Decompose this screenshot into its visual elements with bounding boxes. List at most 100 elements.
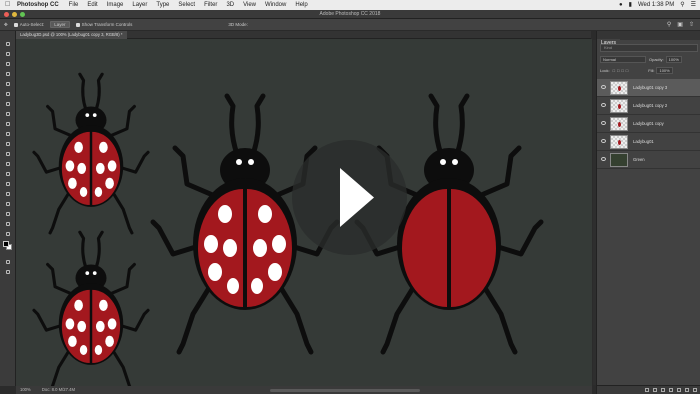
menu-help[interactable]: Help [295,0,307,10]
share-icon[interactable]: ⇧ [689,21,694,28]
menu-edit[interactable]: Edit [87,0,97,10]
eye-icon[interactable] [601,85,606,89]
shape-tool-icon[interactable] [4,211,12,217]
move-tool-icon[interactable] [4,41,12,47]
dodge-tool-icon[interactable] [4,171,12,177]
window-title-bar: Adobe Photoshop CC 2018 [0,10,700,19]
eye-icon[interactable] [601,139,606,143]
layer-row[interactable]: Ladybug01 [597,133,700,151]
lock-row: Lock: □□□□ Fill: 100% [600,67,698,74]
auto-select-checkbox[interactable]: Auto-Select: [13,22,44,27]
opacity-field[interactable]: 100% [665,56,682,63]
zoom-window-icon[interactable] [20,12,25,17]
apple-icon[interactable]:  [5,0,13,10]
layer-name: Ladybug01 copy [633,121,664,126]
layer-thumbnail [610,135,628,149]
foreground-color-swatch[interactable] [3,241,9,247]
mac-menu-bar:  Photoshop CC File Edit Image Layer Typ… [0,0,700,10]
menu-3d[interactable]: 3D [226,0,234,10]
layers-panel: Layers Kind Normal Opacity: 100% Lock: □… [596,31,700,394]
crop-tool-icon[interactable] [4,81,12,87]
auto-select-dropdown[interactable]: Layer [50,21,70,28]
lock-icons[interactable]: □□□□ [613,68,631,73]
blend-row: Normal Opacity: 100% [600,56,698,63]
stamp-tool-icon[interactable] [4,121,12,127]
move-tool-icon[interactable]: ✥ [4,22,8,28]
layer-row[interactable]: Green [597,151,700,169]
tools-panel [0,31,16,386]
menu-window[interactable]: Window [265,0,286,10]
pen-tool-icon[interactable] [4,181,12,187]
history-brush-tool-icon[interactable] [4,131,12,137]
quick-mask-icon[interactable] [4,259,12,265]
layer-thumbnail [610,99,628,113]
layers-panel-footer [597,385,700,394]
workspace-icon[interactable]: ▣ [677,21,683,28]
type-tool-icon[interactable] [4,191,12,197]
menu-view[interactable]: View [243,0,256,10]
fill-field[interactable]: 100% [656,67,673,74]
eyedropper-tool-icon[interactable] [4,91,12,97]
play-button[interactable] [292,140,407,255]
layer-filter[interactable]: Kind [600,44,698,52]
blur-tool-icon[interactable] [4,161,12,167]
transform-controls-label: Show Transform Controls [81,22,133,27]
quick-select-tool-icon[interactable] [4,71,12,77]
lock-label: Lock: [600,68,610,73]
layer-thumbnail [610,81,628,95]
horizontal-scrollbar[interactable] [270,389,420,392]
play-icon [340,168,374,227]
lasso-tool-icon[interactable] [4,61,12,67]
layer-row[interactable]: Ladybug01 copy 2 [597,97,700,115]
screen-mode-icon[interactable] [4,269,12,275]
new-layer-icon[interactable] [685,388,689,392]
transform-controls-checkbox[interactable]: Show Transform Controls [75,22,133,27]
panel-tab-bar: Layers [597,31,700,48]
menu-app-photoshop[interactable]: Photoshop CC [17,0,59,10]
clock[interactable]: Wed 1:38 PM [638,0,674,10]
zoom-tool-icon[interactable] [4,231,12,237]
eye-icon[interactable] [601,103,606,107]
eye-icon[interactable] [601,157,606,161]
minimize-window-icon[interactable] [12,12,17,17]
menu-filter[interactable]: Filter [204,0,217,10]
search-icon[interactable]: ⚲ [667,21,671,28]
new-group-icon[interactable] [677,388,681,392]
healing-tool-icon[interactable] [4,101,12,107]
opacity-label: Opacity: [649,57,664,62]
layer-name: Ladybug01 copy 2 [633,103,668,108]
battery-icon[interactable]: ▮ [629,0,632,10]
adjustment-layer-icon[interactable] [669,388,673,392]
layer-style-icon[interactable] [653,388,657,392]
eraser-tool-icon[interactable] [4,141,12,147]
layer-row[interactable]: Ladybug01 copy [597,115,700,133]
menu-type[interactable]: Type [156,0,169,10]
menu-layer[interactable]: Layer [132,0,147,10]
eye-icon[interactable] [601,121,606,125]
gradient-tool-icon[interactable] [4,151,12,157]
wifi-icon[interactable]: ● [619,0,623,10]
ladybug-small-bottom [32,230,150,386]
link-layers-icon[interactable] [645,388,649,392]
close-window-icon[interactable] [4,12,9,17]
layer-thumbnail [610,117,628,131]
menu-select[interactable]: Select [178,0,195,10]
layer-name: Ladybug01 copy 3 [633,85,668,90]
zoom-level[interactable]: 100% [20,387,31,392]
menu-list-icon[interactable]: ☰ [691,0,696,10]
marquee-tool-icon[interactable] [4,51,12,57]
search-icon[interactable]: ⚲ [680,0,684,10]
brush-tool-icon[interactable] [4,111,12,117]
path-select-tool-icon[interactable] [4,201,12,207]
blend-mode-dropdown[interactable]: Normal [600,56,646,63]
window-title: Adobe Photoshop CC 2018 [319,11,381,17]
menu-file[interactable]: File [69,0,79,10]
hand-tool-icon[interactable] [4,221,12,227]
menu-image[interactable]: Image [107,0,124,10]
mode-3d-label: 3D Mode: [228,22,248,27]
document-tab[interactable]: Ladybug3D.psd @ 100% (Ladybug01 copy 3, … [16,31,127,39]
delete-layer-icon[interactable] [693,388,697,392]
ladybug-small-top [32,72,150,235]
add-mask-icon[interactable] [661,388,665,392]
layer-row[interactable]: Ladybug01 copy 3 [597,79,700,97]
